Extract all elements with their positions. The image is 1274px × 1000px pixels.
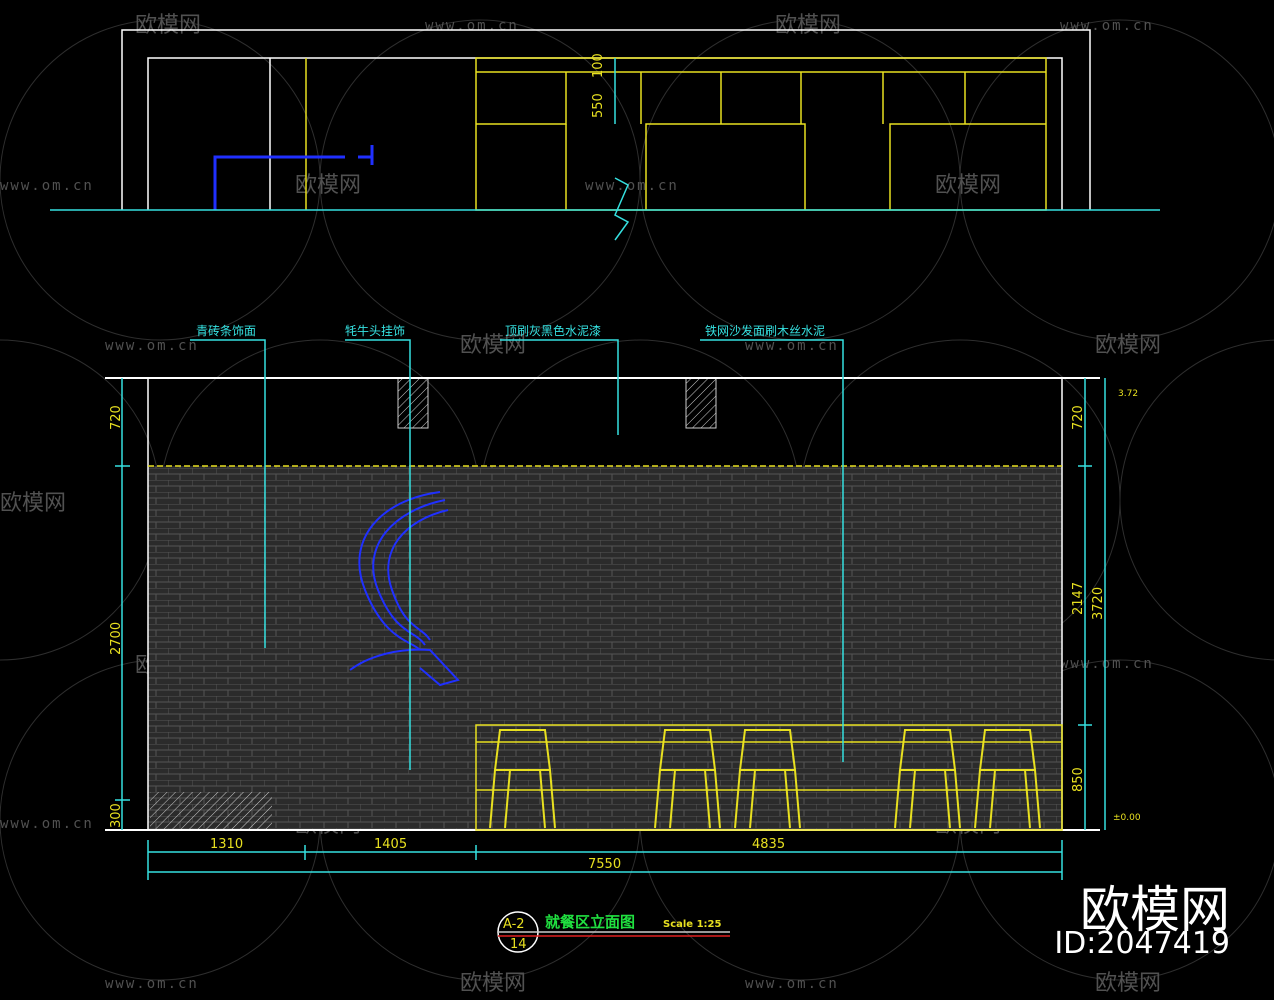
svg-text:欧模网: 欧模网 — [295, 173, 361, 198]
upper-elevation: 100 550 — [50, 29, 1160, 241]
svg-text:2147: 2147 — [1071, 582, 1086, 615]
svg-text:欧模网: 欧模网 — [135, 13, 201, 38]
svg-text:1310: 1310 — [210, 837, 243, 852]
svg-text:青砖条饰面: 青砖条饰面 — [196, 323, 256, 338]
svg-text:牦牛头挂饰: 牦牛头挂饰 — [345, 323, 405, 338]
svg-text:100: 100 — [591, 53, 606, 78]
svg-text:7550: 7550 — [588, 857, 621, 872]
svg-text:欧模网: 欧模网 — [1095, 971, 1161, 996]
svg-text:14: 14 — [510, 937, 527, 952]
hatched-base — [150, 792, 272, 830]
svg-text:www.om.cn: www.om.cn — [425, 18, 519, 34]
svg-text:www.om.cn: www.om.cn — [1060, 18, 1154, 34]
svg-text:顶刷灰黑色水泥漆: 顶刷灰黑色水泥漆 — [505, 324, 601, 338]
svg-text:300: 300 — [109, 803, 124, 828]
svg-text:550: 550 — [591, 93, 606, 118]
svg-text:铁网沙发面刷木丝水泥: 铁网沙发面刷木丝水泥 — [705, 323, 825, 338]
svg-text:www.om.cn: www.om.cn — [105, 976, 199, 992]
brick-wall — [148, 466, 1062, 830]
svg-text:www.om.cn: www.om.cn — [0, 816, 94, 832]
svg-text:2700: 2700 — [109, 622, 124, 655]
svg-text:850: 850 — [1071, 767, 1086, 792]
svg-text:720: 720 — [109, 405, 124, 430]
svg-text:www.om.cn: www.om.cn — [1060, 656, 1154, 672]
svg-text:720: 720 — [1071, 405, 1086, 430]
svg-text:3720: 3720 — [1091, 587, 1106, 620]
svg-text:±0.00: ±0.00 — [1113, 813, 1141, 823]
svg-text:www.om.cn: www.om.cn — [105, 338, 199, 354]
svg-text:欧模网: 欧模网 — [0, 491, 66, 516]
svg-text:就餐区立面图: 就餐区立面图 — [545, 913, 635, 931]
cad-elevation-drawing: 欧模网 www.om.cn 欧模网 www.om.cn www.om.cn 欧模… — [0, 13, 1274, 996]
svg-text:A-2: A-2 — [503, 917, 525, 932]
svg-text:欧模网: 欧模网 — [775, 13, 841, 38]
lower-elevation: 720 2700 300 720 2147 850 3720 3.72 ±0.0… — [105, 323, 1141, 880]
svg-text:4835: 4835 — [752, 837, 785, 852]
svg-text:Scale 1:25: Scale 1:25 — [663, 919, 721, 930]
svg-text:www.om.cn: www.om.cn — [585, 178, 679, 194]
svg-text:欧模网: 欧模网 — [1095, 333, 1161, 358]
drawing-title-block: A-2 14 就餐区立面图 Scale 1:25 — [497, 911, 730, 953]
svg-text:3.72: 3.72 — [1118, 389, 1138, 399]
svg-text:www.om.cn: www.om.cn — [745, 976, 839, 992]
svg-text:1405: 1405 — [374, 837, 407, 852]
svg-text:欧模网: 欧模网 — [460, 971, 526, 996]
svg-text:欧模网: 欧模网 — [935, 173, 1001, 198]
watermark-id: ID:2047419 — [1054, 926, 1230, 961]
svg-text:www.om.cn: www.om.cn — [0, 178, 94, 194]
